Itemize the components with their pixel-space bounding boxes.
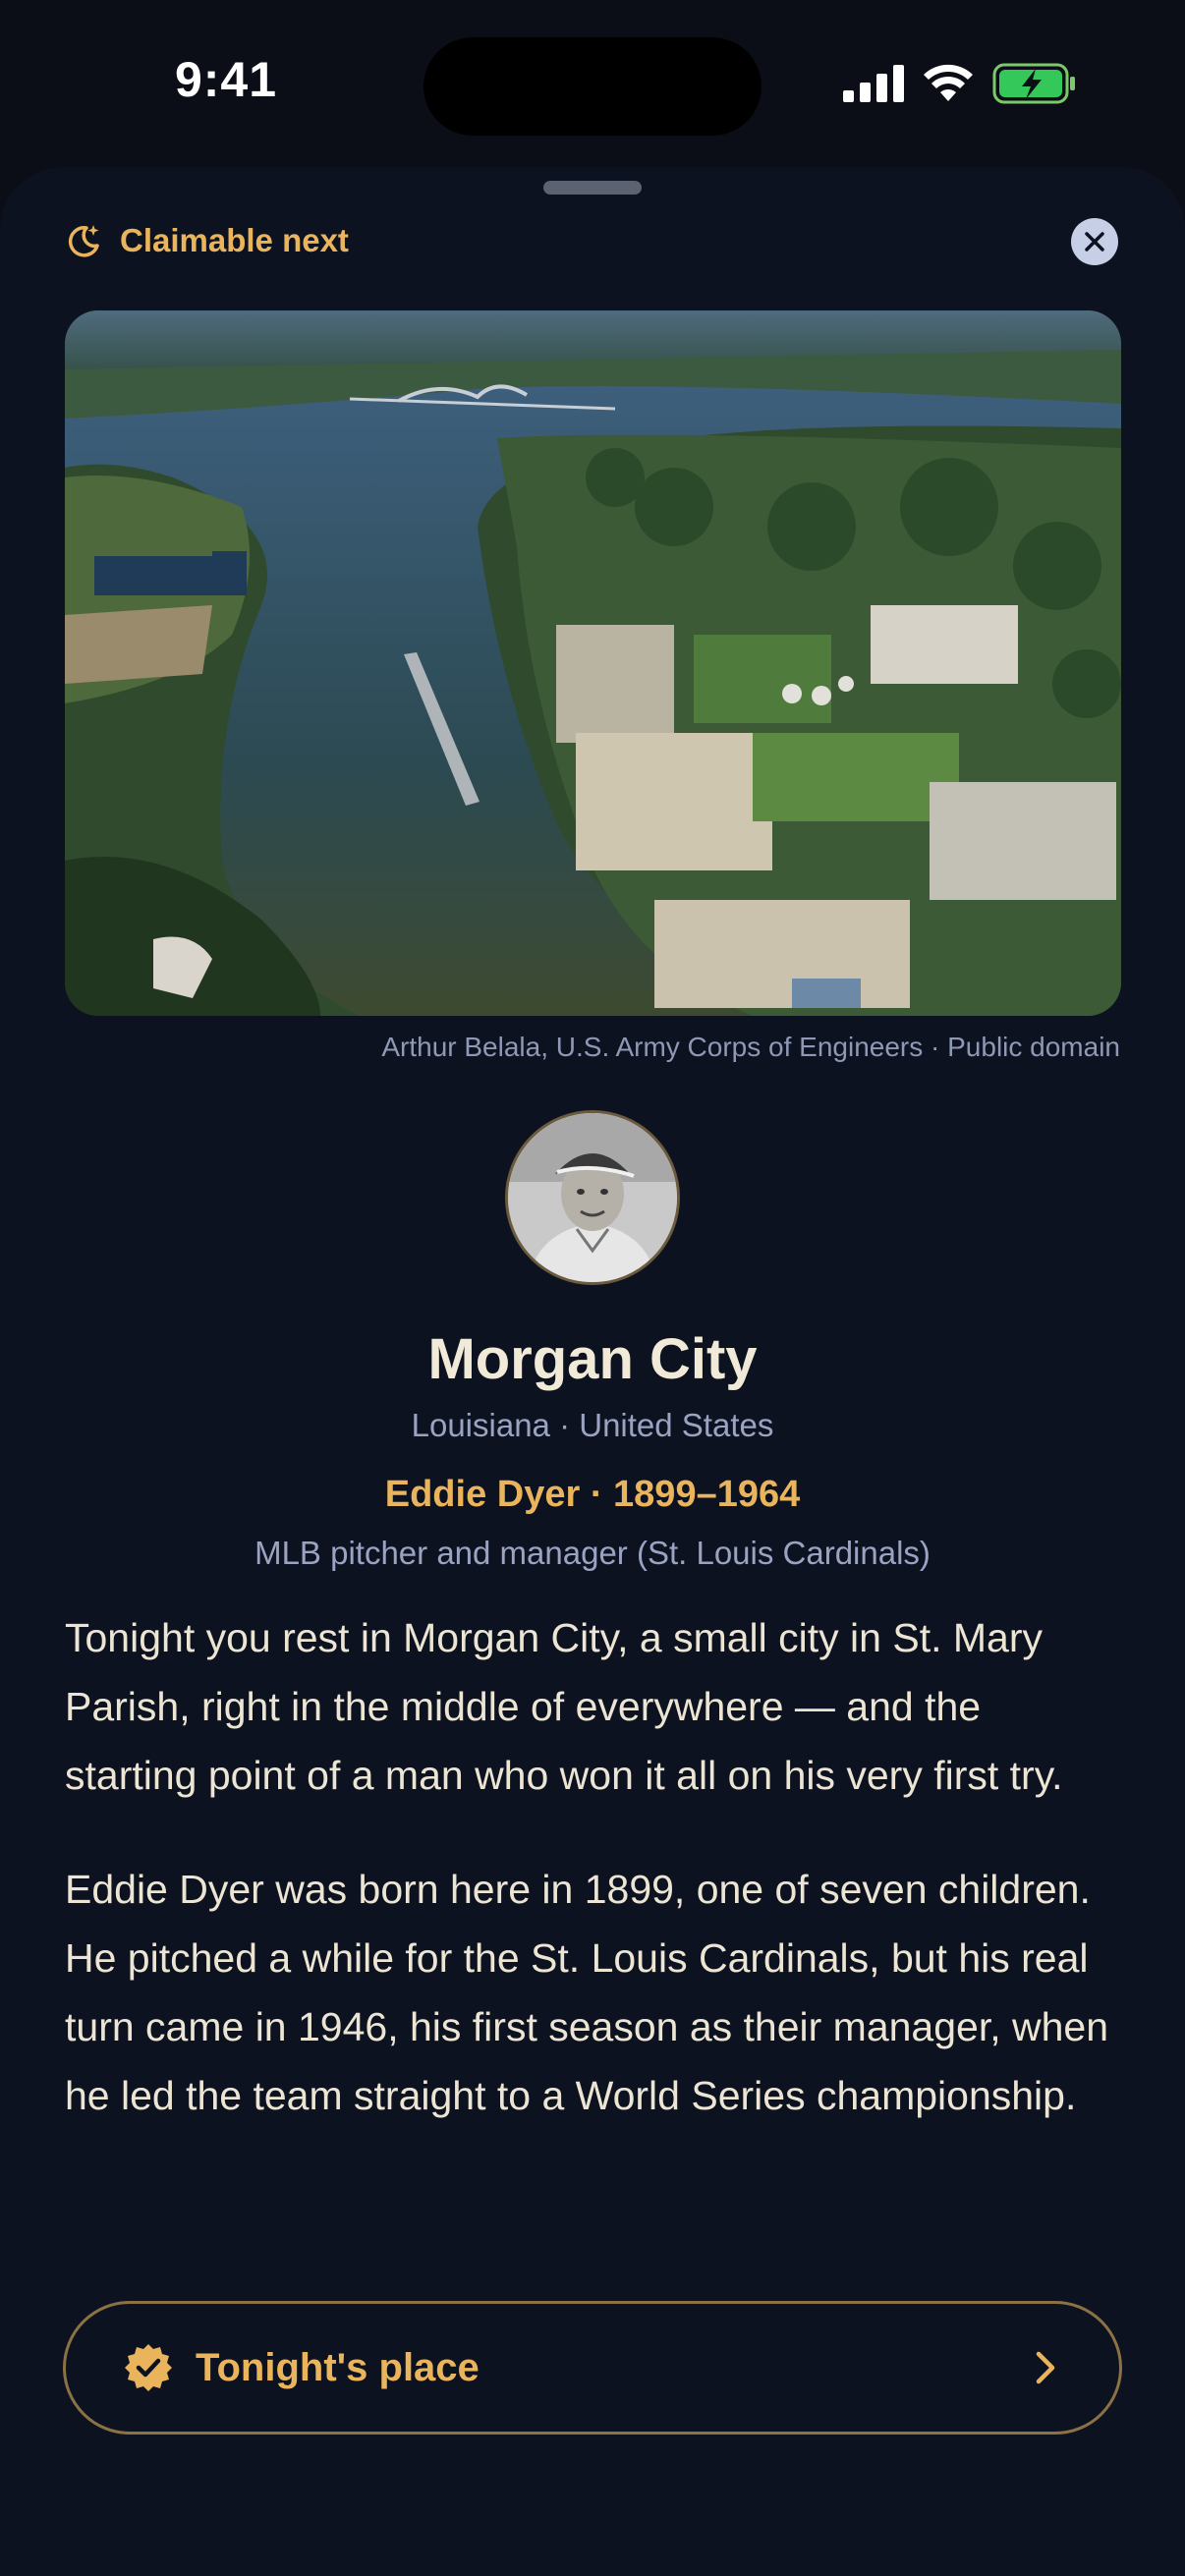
- moon-sparkle-icon: [68, 225, 99, 257]
- badge-label: Claimable next: [120, 222, 349, 258]
- place-sheet: Claimable next Arthur Belala, U.S. Army …: [0, 167, 1185, 2576]
- wifi-icon: [924, 64, 973, 101]
- sheet-grabber[interactable]: [543, 181, 642, 195]
- place-region: Louisiana · United States: [411, 1407, 774, 1443]
- chevron-right-icon: [1036, 2351, 1055, 2384]
- person-name-years: Eddie Dyer · 1899–1964: [384, 1474, 801, 1515]
- close-button[interactable]: [1071, 218, 1118, 265]
- verified-badge-icon: [125, 2344, 172, 2391]
- story-paragraph: Eddie Dyer was born here in 1899, one of…: [65, 1867, 1109, 2118]
- tonights-place-button[interactable]: Tonight's place: [63, 2301, 1122, 2435]
- battery-charging-icon: [992, 63, 1075, 104]
- dynamic-island: [423, 37, 762, 136]
- close-icon: [1085, 232, 1104, 252]
- story-text: Tonight you rest in Morgan City, a small…: [65, 1603, 1121, 2175]
- claimable-badge: Claimable next: [65, 222, 349, 259]
- person-role: MLB pitcher and manager (St. Louis Cardi…: [254, 1535, 931, 1571]
- cellular-signal-icon: [843, 65, 904, 102]
- story-paragraph: Tonight you rest in Morgan City, a small…: [65, 1615, 1063, 1798]
- status-bar: 9:41: [0, 0, 1185, 167]
- place-title: Morgan City: [427, 1327, 758, 1391]
- photo-credit: Arthur Belala, U.S. Army Corps of Engine…: [381, 1032, 1120, 1062]
- place-photo: [65, 310, 1121, 1016]
- status-icons: [843, 63, 1077, 104]
- person-avatar: [505, 1110, 680, 1285]
- status-time: 9:41: [174, 52, 278, 107]
- cta-label: Tonight's place: [196, 2345, 480, 2389]
